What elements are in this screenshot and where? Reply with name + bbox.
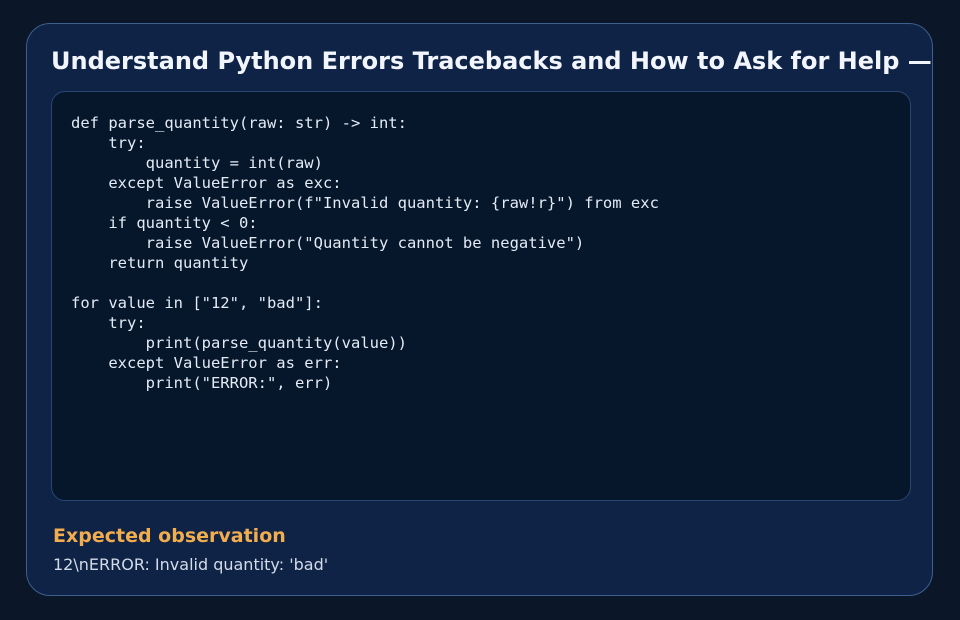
- code-line: raise ValueError("Quantity cannot be neg…: [71, 234, 585, 252]
- page-title: Understand Python Errors Tracebacks and …: [51, 47, 933, 75]
- code-line: print(parse_quantity(value)): [71, 334, 407, 352]
- code-line: raise ValueError(f"Invalid quantity: {ra…: [71, 194, 659, 212]
- code-line: except ValueError as err:: [71, 354, 342, 372]
- code-line: try:: [71, 134, 146, 152]
- code-line: if quantity < 0:: [71, 214, 258, 232]
- code-line: except ValueError as exc:: [71, 174, 342, 192]
- code-line: for value in ["12", "bad"]:: [71, 294, 323, 312]
- code-panel: def parse_quantity(raw: str) -> int: try…: [51, 91, 911, 501]
- lesson-card: Understand Python Errors Tracebacks and …: [26, 23, 933, 596]
- observation-text: 12\nERROR: Invalid quantity: 'bad': [53, 555, 329, 574]
- code-line: quantity = int(raw): [71, 154, 323, 172]
- code-line: return quantity: [71, 254, 249, 272]
- observation-heading: Expected observation: [53, 525, 286, 547]
- code-block: def parse_quantity(raw: str) -> int: try…: [71, 113, 659, 393]
- code-line: try:: [71, 314, 146, 332]
- code-line: print("ERROR:", err): [71, 374, 333, 392]
- code-line: def parse_quantity(raw: str) -> int:: [71, 114, 407, 132]
